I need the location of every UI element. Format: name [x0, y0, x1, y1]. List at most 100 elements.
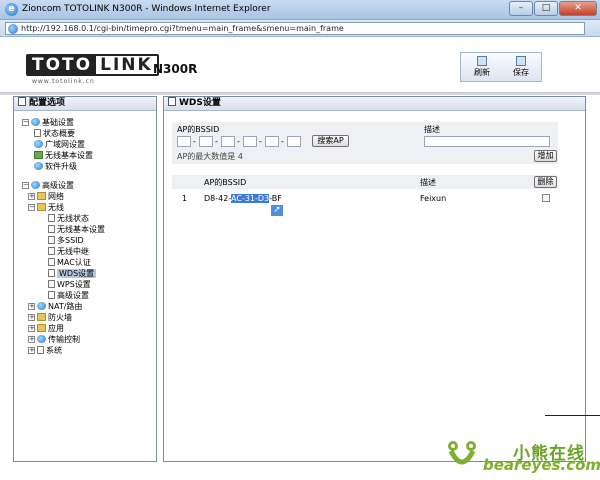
globe-icon: [31, 118, 40, 126]
refresh-label: 刷新: [474, 68, 490, 77]
bear-logo-icon: [448, 441, 476, 465]
tree-system[interactable]: + 系统: [28, 345, 62, 356]
sidebar-panel: 配置选项 − 基础设置 状态概要 广域网设置 无线基本设置 软件升级 − 高级设置 …: [13, 96, 157, 462]
traffic-icon: [37, 335, 46, 343]
tree-applications[interactable]: + 应用: [28, 323, 64, 334]
tree-wps-settings[interactable]: WPS设置: [48, 279, 91, 290]
max-ap-hint: AP的最大数值是 4: [177, 152, 243, 161]
arrow-cursor-icon: ➚: [270, 204, 284, 217]
router-icon: [37, 302, 46, 310]
bssid-column-header: AP的BSSID: [177, 125, 220, 134]
page-icon: [48, 280, 55, 288]
collapse-icon[interactable]: −: [28, 204, 35, 211]
tree-firewall[interactable]: + 防火墙: [28, 312, 72, 323]
mac-octet-5-input[interactable]: [265, 136, 279, 147]
wds-add-form: AP的BSSID 描述 - - - - - 搜索AP AP的最大数值是 4 增加: [172, 122, 558, 164]
row-bssid[interactable]: D8-42-AC-31-D3-BF: [204, 194, 282, 203]
tree-nat-routing[interactable]: + NAT/路由: [28, 301, 82, 312]
logo-website: www.totolink.cn: [32, 78, 95, 85]
router-header: TOTO LINK www.totolink.cn N300R 刷新 保存: [0, 37, 600, 93]
folder-icon: [37, 203, 46, 211]
monitor-icon: [37, 346, 44, 354]
tree-wireless-advanced[interactable]: 高级设置: [48, 290, 89, 301]
header-toolbar: 刷新 保存: [460, 52, 542, 82]
close-button[interactable]: ✕: [559, 1, 597, 16]
add-button[interactable]: 增加: [534, 150, 557, 162]
edge-line: [545, 415, 600, 416]
tree-wireless[interactable]: − 无线: [28, 202, 64, 213]
watermark-english: beareyes.com: [483, 456, 600, 474]
tree-advanced[interactable]: − 高级设置: [22, 180, 74, 191]
row-select-checkbox[interactable]: [542, 194, 550, 202]
url-text: http://192.168.0.1/cgi-bin/timepro.cgi?t…: [21, 24, 344, 33]
content-header: WDS设置: [164, 97, 585, 111]
tree-traffic-control[interactable]: + 传输控制: [28, 334, 80, 345]
tree-basic-settings[interactable]: − 基础设置: [22, 117, 74, 128]
tree-mac-auth[interactable]: MAC认证: [48, 257, 91, 268]
tree-status[interactable]: 状态概要: [34, 128, 75, 139]
ie-logo-icon: e: [5, 3, 18, 16]
minimize-button[interactable]: –: [509, 1, 533, 16]
collapse-icon[interactable]: −: [22, 119, 29, 126]
expand-icon[interactable]: +: [28, 314, 35, 321]
expand-icon[interactable]: +: [28, 193, 35, 200]
tree-repeater[interactable]: 无线中继: [48, 246, 89, 257]
tree-multi-ssid[interactable]: 多SSID: [48, 235, 84, 246]
desc-column-header: 描述: [424, 125, 440, 134]
tree-wan[interactable]: 广域网设置: [34, 139, 85, 150]
mac-octet-6-input[interactable]: [287, 136, 301, 147]
save-label: 保存: [513, 68, 529, 77]
list-desc-header: 描述: [420, 178, 436, 187]
sidebar-header: 配置选项: [14, 97, 156, 111]
model-name: N300R: [153, 62, 198, 76]
logo-text-toto: TOTO: [28, 56, 97, 74]
folder-icon: [37, 192, 46, 200]
expand-icon[interactable]: +: [28, 325, 35, 332]
tree-wireless-basic[interactable]: 无线基本设置: [34, 150, 93, 161]
document-icon: [168, 97, 176, 106]
save-button[interactable]: 保存: [503, 55, 539, 81]
page-icon: [48, 247, 55, 255]
tree-wireless-status[interactable]: 无线状态: [48, 213, 89, 224]
tree-firmware[interactable]: 软件升级: [34, 161, 77, 172]
refresh-icon: [477, 56, 487, 66]
mac-octet-2-input[interactable]: [199, 136, 213, 147]
tree-wds-settings[interactable]: WDS设置: [48, 268, 97, 279]
beareyes-watermark: 小熊在线 beareyes.com: [447, 437, 600, 479]
page-icon: [48, 236, 55, 244]
collapse-icon[interactable]: −: [22, 182, 29, 189]
page-icon: [48, 214, 55, 222]
list-bssid-header: AP的BSSID: [204, 178, 247, 187]
monitor-icon: [34, 129, 41, 137]
window-controls: – □ ✕: [509, 1, 597, 16]
content-panel: WDS设置 AP的BSSID 描述 - - - - - 搜索AP AP的最大数值…: [163, 96, 586, 462]
folder-icon: [37, 324, 46, 332]
page-title: WDS设置: [179, 98, 221, 108]
tree-wireless-basic-sub[interactable]: 无线基本设置: [48, 224, 105, 235]
mac-octet-3-input[interactable]: [221, 136, 235, 147]
maximize-button[interactable]: □: [534, 1, 558, 16]
refresh-button[interactable]: 刷新: [464, 55, 500, 81]
mac-octet-1-input[interactable]: [177, 136, 191, 147]
tree-network[interactable]: + 网络: [28, 191, 64, 202]
globe-icon: [31, 181, 40, 189]
document-icon: [18, 97, 26, 106]
description-input[interactable]: [424, 136, 550, 147]
totolink-logo: TOTO LINK: [26, 54, 159, 76]
page-icon: [48, 269, 55, 277]
gear-icon: [34, 162, 43, 170]
page-icon: [48, 258, 55, 266]
logo-text-link: LINK: [96, 56, 157, 74]
window-titlebar: e Zioncom TOTOLINK N300R - Windows Inter…: [0, 0, 600, 20]
row-description: Feixun: [420, 194, 447, 203]
expand-icon[interactable]: +: [28, 336, 35, 343]
search-ap-button[interactable]: 搜索AP: [312, 135, 349, 147]
expand-icon[interactable]: +: [28, 303, 35, 310]
address-bar: http://192.168.0.1/cgi-bin/timepro.cgi?t…: [0, 20, 600, 37]
page-icon: [48, 291, 55, 299]
delete-button[interactable]: 删除: [534, 176, 557, 188]
mac-octet-4-input[interactable]: [243, 136, 257, 147]
expand-icon[interactable]: +: [28, 347, 35, 354]
url-field[interactable]: http://192.168.0.1/cgi-bin/timepro.cgi?t…: [5, 22, 585, 35]
row-index: 1: [182, 194, 188, 203]
